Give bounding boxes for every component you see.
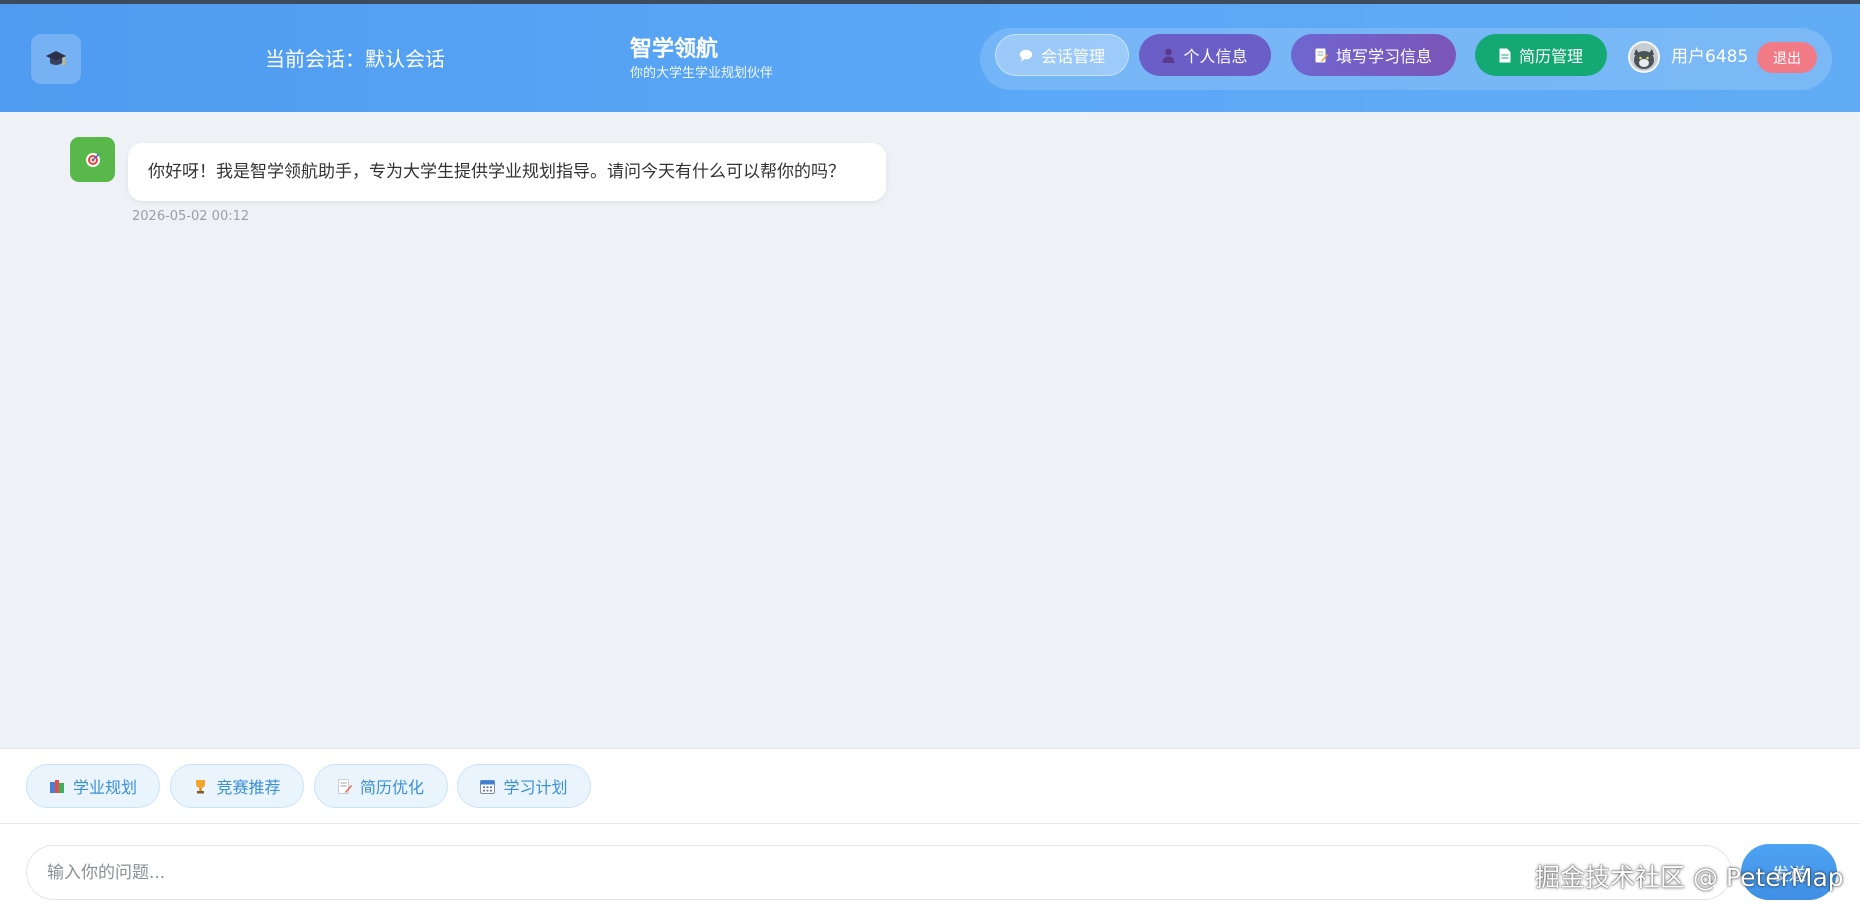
resume-manage-label: 简历管理 [1518,47,1583,66]
logout-button[interactable]: 退出 [1757,42,1817,73]
document-icon [1499,48,1511,63]
graduation-cap-icon [45,49,67,69]
memo-icon [337,778,352,794]
brand-title: 智学领航 [630,37,719,62]
calendar-icon [480,779,496,794]
study-info-button[interactable]: 填写学习信息 [1291,34,1456,76]
speech-bubble-icon [1019,49,1033,62]
app-root: 当前会话：默认会话 智学领航 你的大学生学业规划伙伴 会话管理 个人信息 填写学… [0,0,1860,918]
session-manage-button[interactable]: 会话管理 [995,34,1129,76]
session-manage-label: 会话管理 [1040,47,1105,66]
app-logo[interactable] [31,34,81,84]
person-icon [1162,48,1175,63]
trophy-icon [193,779,208,794]
quick-action-academic-planning[interactable]: 学业规划 [26,764,160,808]
question-input[interactable] [26,845,1732,900]
study-info-label: 填写学习信息 [1335,47,1432,66]
quick-actions-bar: 学业规划 竞赛推荐 简历优化 学习计划 [0,748,1860,824]
memo-icon [1315,48,1328,63]
bot-avatar [70,137,115,182]
brand-subtitle: 你的大学生学业规划伙伴 [630,66,774,81]
message-timestamp: 2026-05-02 00:12 [132,209,250,224]
profile-label: 个人信息 [1183,47,1248,66]
watermark: 掘金技术社区 @ PeterMap [1535,863,1844,892]
chat-messages-area: 你好呀！我是智学领航助手，专为大学生提供学业规划指导。请问今天有什么可以帮你的吗… [0,112,1860,748]
resume-manage-button[interactable]: 简历管理 [1475,34,1607,76]
quick-action-label: 学习计划 [503,778,568,797]
quick-action-study-plan[interactable]: 学习计划 [457,764,591,808]
profile-button[interactable]: 个人信息 [1139,34,1271,76]
quick-action-label: 学业规划 [72,778,137,797]
current-session-title: 当前会话：默认会话 [265,47,445,71]
quick-action-resume-optimize[interactable]: 简历优化 [314,764,448,808]
quick-action-label: 简历优化 [359,778,424,797]
quick-action-label: 竞赛推荐 [216,778,281,797]
target-icon [85,152,101,168]
books-icon [49,779,65,794]
quick-action-competition[interactable]: 竞赛推荐 [170,764,304,808]
user-avatar[interactable] [1628,41,1660,73]
bot-message-bubble: 你好呀！我是智学领航助手，专为大学生提供学业规划指导。请问今天有什么可以帮你的吗… [128,143,886,201]
cat-avatar-icon [1630,43,1658,71]
username: 用户6485 [1671,47,1749,67]
